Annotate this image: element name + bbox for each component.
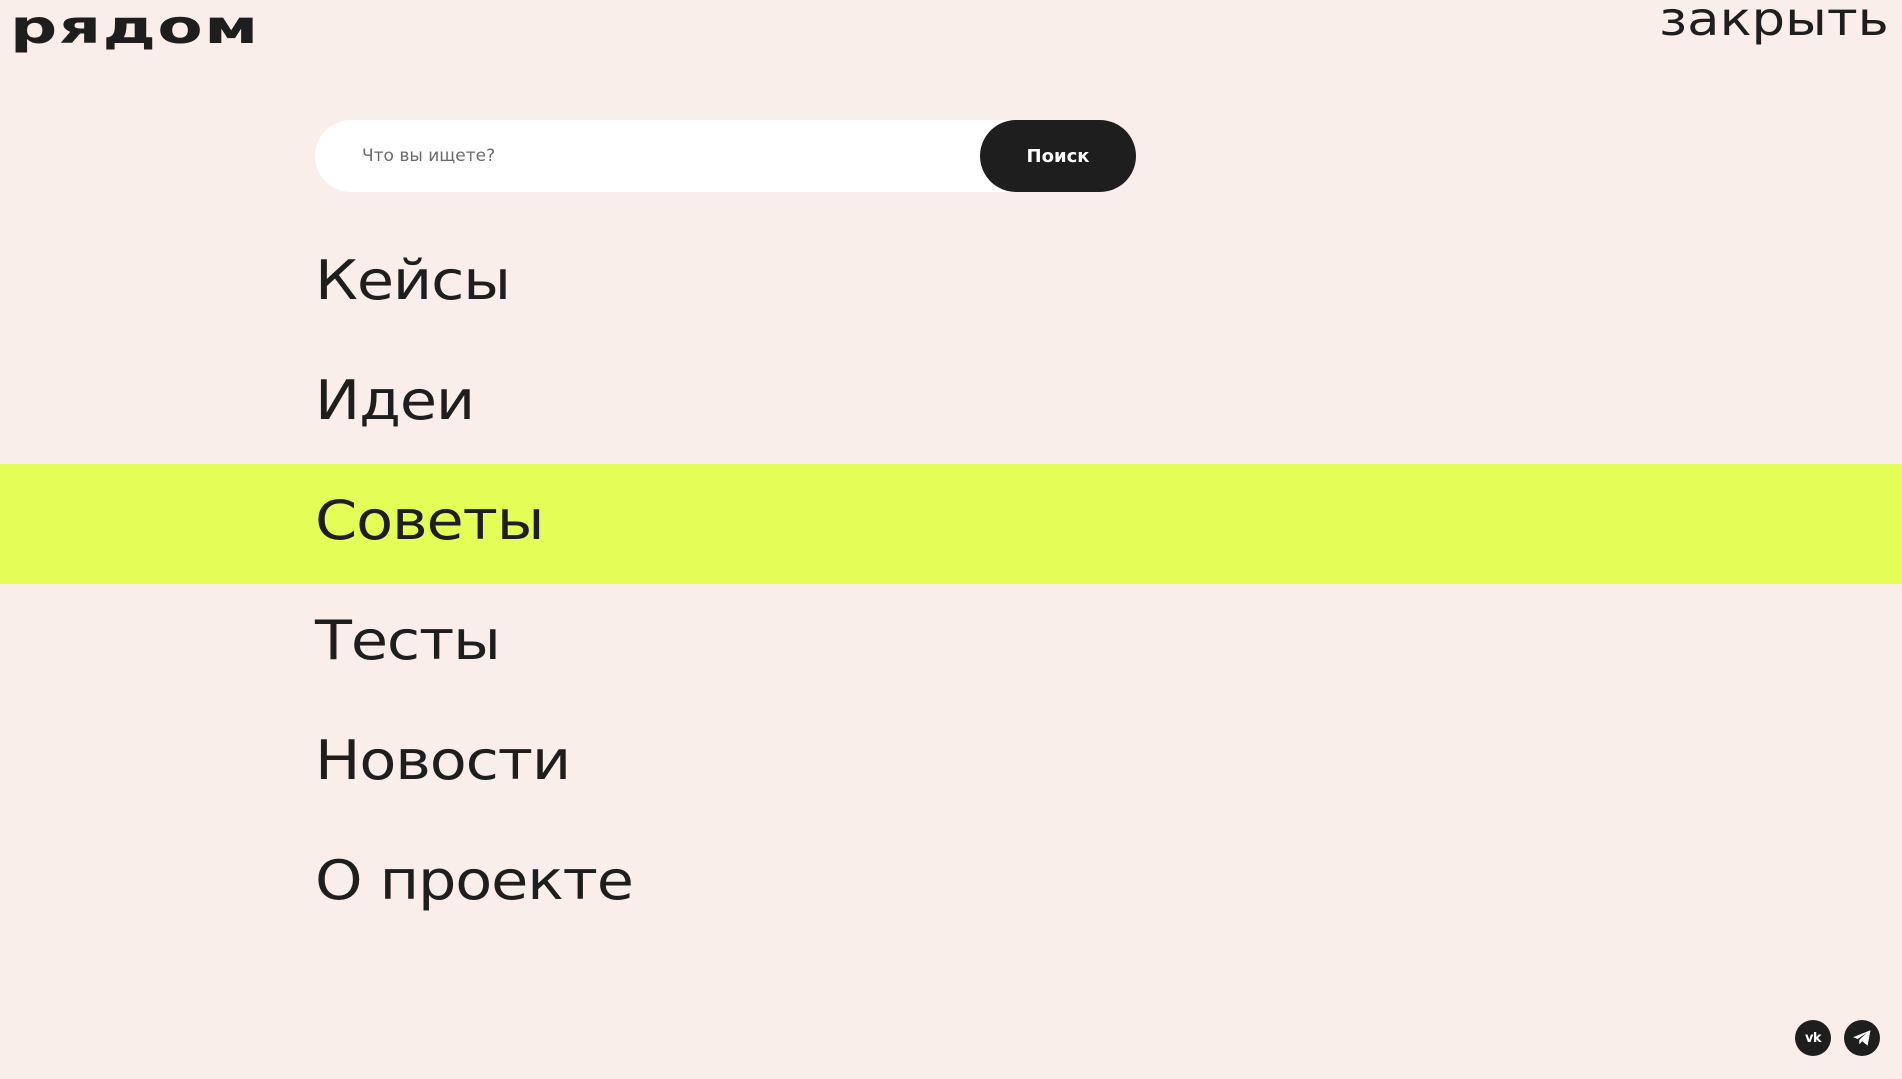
menu-item-tests[interactable]: Тесты xyxy=(0,584,1902,704)
menu-item-label: О проекте xyxy=(315,849,634,912)
search-bar: Поиск xyxy=(315,120,1136,192)
search-button[interactable]: Поиск xyxy=(980,120,1136,192)
main-menu: Кейсы Идеи Советы Тесты Новости О проект… xyxy=(0,224,1902,944)
vk-link[interactable]: vk xyxy=(1795,1020,1831,1056)
menu-item-label: Тесты xyxy=(315,609,501,672)
menu-item-cases[interactable]: Кейсы xyxy=(0,224,1902,344)
search-input[interactable] xyxy=(362,120,982,192)
close-menu-button[interactable]: закрыть xyxy=(1659,0,1889,44)
menu-item-label: Идеи xyxy=(315,369,475,432)
menu-item-ideas[interactable]: Идеи xyxy=(0,344,1902,464)
menu-item-tips[interactable]: Советы xyxy=(0,464,1902,584)
menu-item-label: Кейсы xyxy=(315,249,511,312)
social-links: vk xyxy=(1795,1020,1880,1056)
vk-icon: vk xyxy=(1804,1030,1822,1046)
menu-item-label: Новости xyxy=(315,729,571,792)
telegram-icon xyxy=(1853,1030,1871,1046)
menu-item-about[interactable]: О проекте xyxy=(0,824,1902,944)
site-logo[interactable]: рядом xyxy=(10,3,260,52)
telegram-link[interactable] xyxy=(1844,1020,1880,1056)
menu-item-news[interactable]: Новости xyxy=(0,704,1902,824)
menu-item-label: Советы xyxy=(315,489,544,552)
